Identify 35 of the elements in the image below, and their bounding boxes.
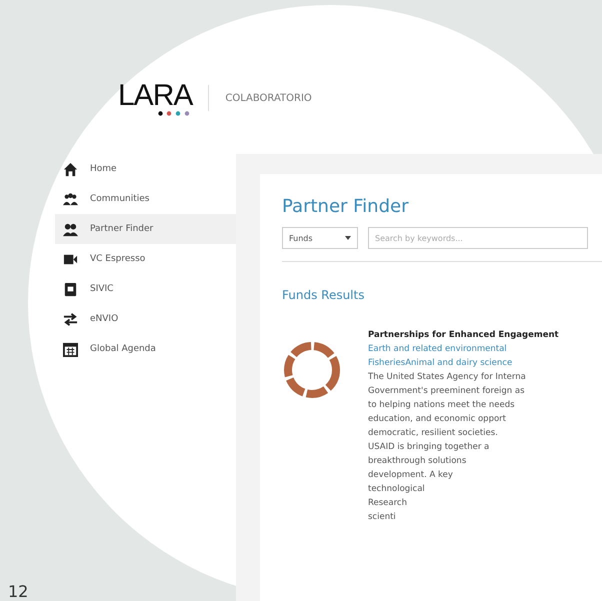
sidebar-item[interactable]: eNVIO (55, 304, 236, 334)
description-line: Research (368, 497, 408, 510)
description-line: Government's preeminent foreign as (368, 385, 526, 398)
description-line: development. A key (368, 469, 454, 482)
calendar-icon (63, 342, 78, 356)
ring-logo-icon (282, 340, 342, 400)
site-name: COLABORATORIO (225, 92, 312, 104)
description-line: breakthrough solutions (368, 455, 468, 468)
sidebar-item[interactable]: Home (55, 154, 236, 184)
category-link[interactable]: Earth and related environmental (368, 342, 559, 356)
sidebar-item[interactable]: Partner Finder (55, 214, 236, 244)
description-line: scienti (368, 511, 397, 524)
sidebar-item[interactable]: SIVIC (55, 274, 236, 304)
pair-icon (63, 222, 78, 236)
page-title: Partner Finder (282, 196, 410, 217)
caret-icon (345, 236, 351, 240)
search-field[interactable]: Search by keywords... (368, 227, 588, 249)
results-heading: Funds Results (282, 288, 366, 302)
result-title: Partnerships for Enhanced Engagement (368, 329, 559, 342)
people-icon (63, 192, 78, 206)
type-dropdown[interactable]: Funds (282, 227, 358, 249)
description-line: education, and economic opport (368, 413, 508, 426)
page-number: 12 (8, 582, 28, 601)
description-line: The United States Agency for Interna (368, 371, 527, 384)
description-line: technological (368, 483, 426, 496)
sidebar-item[interactable]: Communities (55, 184, 236, 214)
description-line: USAID is bringing together a (368, 441, 490, 454)
sidebar-item[interactable]: Global Agenda (55, 334, 236, 364)
logo-text: LARA (118, 80, 192, 110)
sidebar-item[interactable]: VC Espresso (55, 244, 236, 274)
description-line: democratic, resilient societies. (368, 427, 499, 440)
description-line: to helping nations meet the needs (368, 399, 516, 412)
category-link[interactable]: FisheriesAnimal and dairy science (368, 356, 559, 370)
swap-icon (63, 312, 78, 326)
home-icon (63, 162, 78, 176)
